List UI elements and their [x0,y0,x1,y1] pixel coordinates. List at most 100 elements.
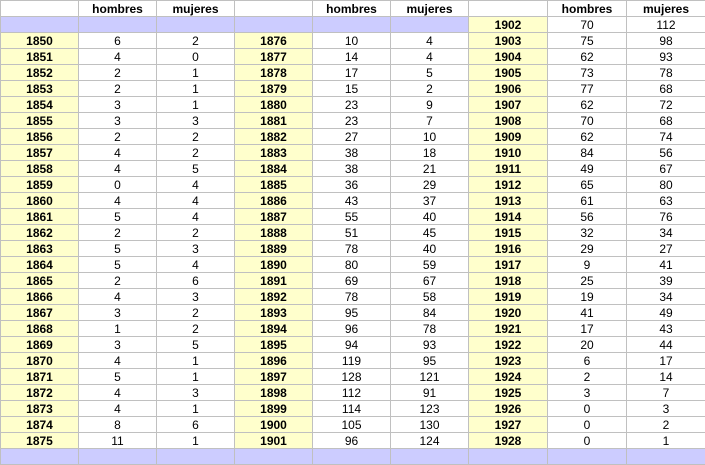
mujeres-cell[interactable]: 9 [390,96,469,113]
header-hombres-3[interactable]: hombres [547,0,627,17]
year-cell[interactable]: 1858 [0,160,79,177]
year-cell[interactable]: 1912 [468,176,548,193]
mujeres-cell[interactable]: 2 [626,416,705,433]
year-cell[interactable]: 1869 [0,336,79,353]
year-cell[interactable]: 1905 [468,64,548,81]
hombres-cell[interactable]: 4 [78,352,157,369]
year-cell[interactable]: 1889 [234,240,313,257]
header-mujeres-2[interactable]: mujeres [390,0,469,17]
hombres-cell[interactable]: 3 [78,96,157,113]
band-cell[interactable] [626,448,705,465]
year-cell[interactable]: 1913 [468,192,548,209]
mujeres-cell[interactable]: 2 [156,224,235,241]
mujeres-cell[interactable]: 5 [156,160,235,177]
hombres-cell[interactable]: 4 [78,144,157,161]
hombres-cell[interactable]: 5 [78,368,157,385]
mujeres-cell[interactable]: 95 [390,352,469,369]
mujeres-cell[interactable]: 2 [390,80,469,97]
mujeres-cell[interactable]: 2 [156,320,235,337]
mujeres-cell[interactable]: 3 [626,400,705,417]
mujeres-cell[interactable]: 59 [390,256,469,273]
hombres-cell[interactable]: 3 [78,112,157,129]
mujeres-cell[interactable]: 3 [156,288,235,305]
hombres-cell[interactable]: 25 [547,272,627,289]
hombres-cell[interactable]: 0 [547,400,627,417]
hombres-cell[interactable]: 114 [312,400,391,417]
year-cell[interactable]: 1915 [468,224,548,241]
mujeres-cell[interactable]: 6 [156,272,235,289]
year-cell[interactable]: 1874 [0,416,79,433]
year-cell[interactable]: 1862 [0,224,79,241]
hombres-cell[interactable]: 4 [78,192,157,209]
year-cell[interactable]: 1926 [468,400,548,417]
hombres-cell[interactable]: 27 [312,128,391,145]
hombres-cell[interactable]: 62 [547,128,627,145]
mujeres-cell[interactable]: 68 [626,112,705,129]
year-cell[interactable]: 1898 [234,384,313,401]
year-cell[interactable]: 1921 [468,320,548,337]
year-cell[interactable]: 1908 [468,112,548,129]
hombres-cell[interactable]: 75 [547,32,627,49]
hombres-cell[interactable]: 96 [312,320,391,337]
year-cell[interactable]: 1897 [234,368,313,385]
year-cell[interactable]: 1909 [468,128,548,145]
year-cell[interactable]: 1867 [0,304,79,321]
band-cell[interactable] [156,16,235,33]
year-cell[interactable]: 1880 [234,96,313,113]
mujeres-cell[interactable]: 4 [390,48,469,65]
year-cell[interactable]: 1903 [468,32,548,49]
year-cell[interactable]: 1906 [468,80,548,97]
year-cell[interactable]: 1914 [468,208,548,225]
mujeres-cell[interactable]: 5 [390,64,469,81]
hombres-cell[interactable]: 65 [547,176,627,193]
year-cell[interactable]: 1911 [468,160,548,177]
mujeres-cell[interactable]: 67 [390,272,469,289]
hombres-cell[interactable]: 36 [312,176,391,193]
hombres-cell[interactable]: 78 [312,240,391,257]
mujeres-cell[interactable]: 17 [626,352,705,369]
hombres-cell[interactable]: 4 [78,48,157,65]
mujeres-cell[interactable]: 1 [156,352,235,369]
year-cell[interactable]: 1850 [0,32,79,49]
band-cell[interactable] [0,448,79,465]
mujeres-cell[interactable]: 91 [390,384,469,401]
year-cell[interactable]: 1923 [468,352,548,369]
band-cell[interactable] [156,448,235,465]
hombres-cell[interactable]: 15 [312,80,391,97]
year-cell[interactable]: 1927 [468,416,548,433]
year-cell[interactable]: 1920 [468,304,548,321]
mujeres-cell[interactable]: 2 [156,304,235,321]
hombres-cell[interactable]: 128 [312,368,391,385]
hombres-cell[interactable]: 17 [312,64,391,81]
hombres-cell[interactable]: 9 [547,256,627,273]
mujeres-cell[interactable]: 44 [626,336,705,353]
year-cell[interactable]: 1919 [468,288,548,305]
year-cell[interactable]: 1879 [234,80,313,97]
year-cell[interactable]: 1863 [0,240,79,257]
year-cell[interactable]: 1886 [234,192,313,209]
year-cell[interactable]: 1868 [0,320,79,337]
mujeres-cell[interactable]: 93 [390,336,469,353]
mujeres-cell[interactable]: 112 [626,16,705,33]
year-cell[interactable]: 1917 [468,256,548,273]
hombres-cell[interactable]: 10 [312,32,391,49]
hombres-cell[interactable]: 0 [78,176,157,193]
hombres-cell[interactable]: 70 [547,16,627,33]
mujeres-cell[interactable]: 67 [626,160,705,177]
mujeres-cell[interactable]: 76 [626,208,705,225]
mujeres-cell[interactable]: 2 [156,144,235,161]
mujeres-cell[interactable]: 40 [390,240,469,257]
hombres-cell[interactable]: 105 [312,416,391,433]
hombres-cell[interactable]: 96 [312,432,391,449]
year-cell[interactable]: 1904 [468,48,548,65]
year-cell[interactable]: 1896 [234,352,313,369]
year-cell[interactable]: 1907 [468,96,548,113]
hombres-cell[interactable]: 61 [547,192,627,209]
hombres-cell[interactable]: 6 [78,32,157,49]
year-cell[interactable]: 1900 [234,416,313,433]
year-cell[interactable]: 1910 [468,144,548,161]
hombres-cell[interactable]: 1 [78,320,157,337]
year-cell[interactable]: 1890 [234,256,313,273]
hombres-cell[interactable]: 112 [312,384,391,401]
hombres-cell[interactable]: 38 [312,144,391,161]
